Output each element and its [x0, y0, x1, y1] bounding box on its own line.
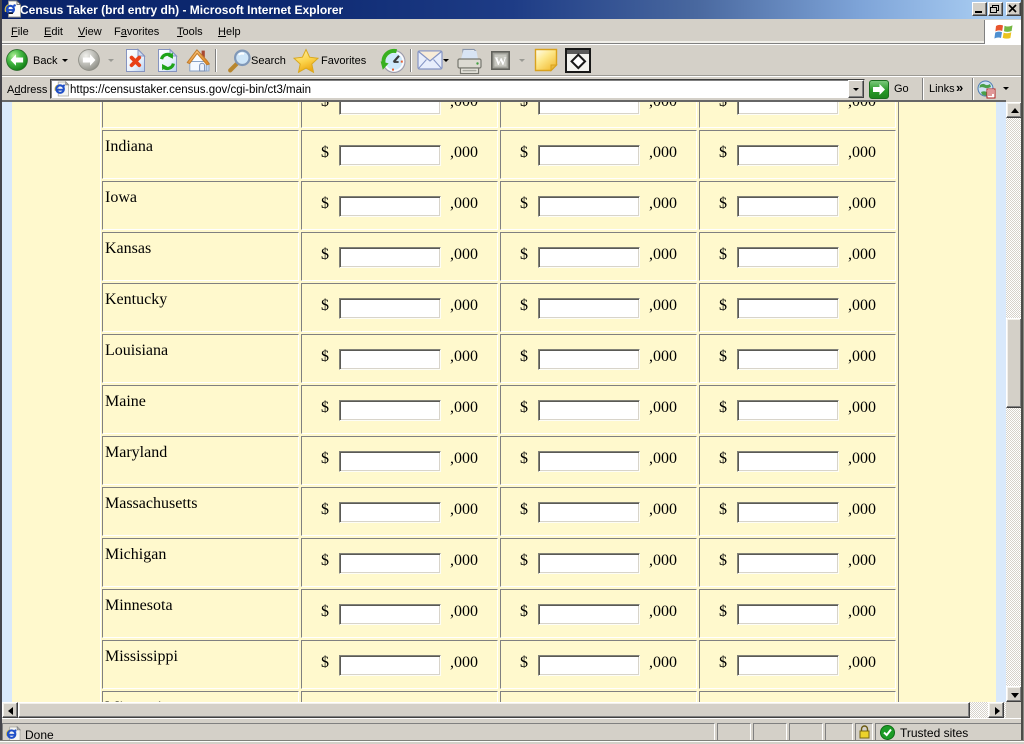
svg-text:W: W [495, 54, 507, 68]
